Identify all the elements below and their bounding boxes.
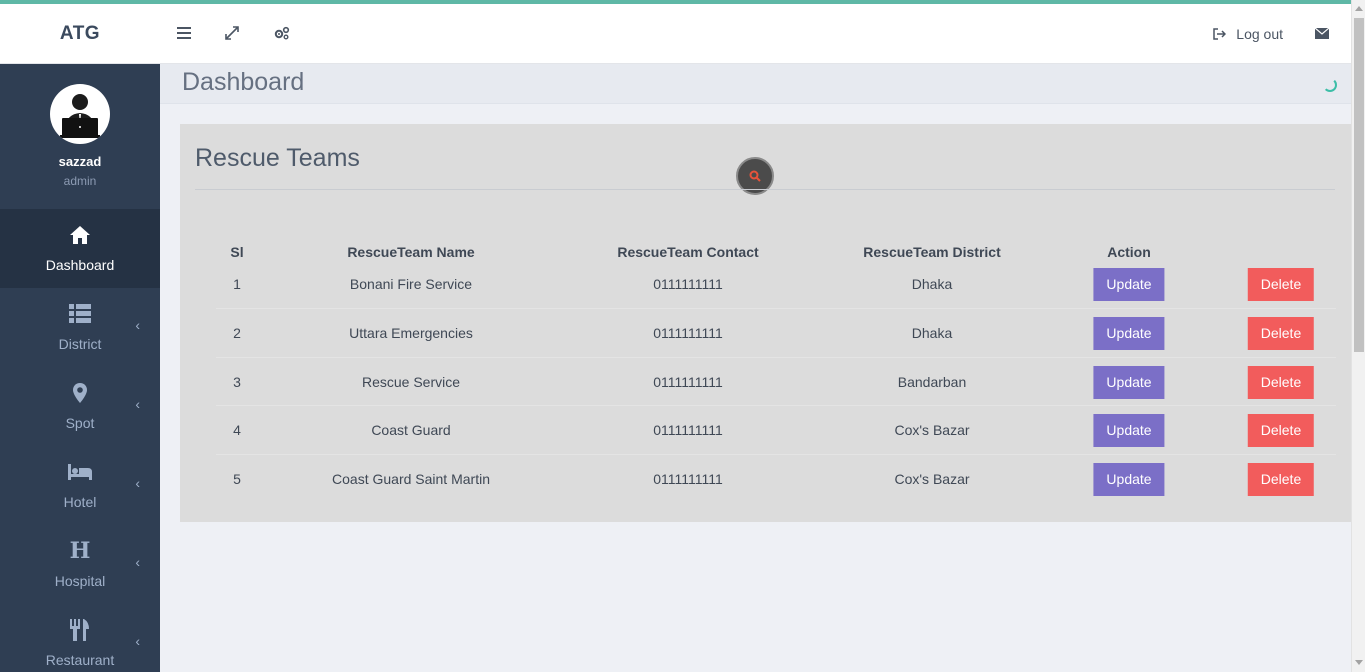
chevron-left-icon: ‹ <box>135 554 140 570</box>
column-header-action: Action <box>1107 244 1151 260</box>
envelope-icon[interactable] <box>1311 22 1333 44</box>
scrollbar-thumb[interactable] <box>1354 18 1364 352</box>
cell-name: Coast Guard <box>371 422 451 438</box>
update-button[interactable]: Update <box>1093 317 1165 350</box>
user-profile: sazzad admin <box>0 64 160 209</box>
cell-name: Bonani Fire Service <box>349 276 473 292</box>
sidebar-item-label: Dashboard <box>45 257 115 273</box>
home-icon <box>0 223 160 247</box>
cell-sl: 5 <box>233 471 241 487</box>
chevron-left-icon: ‹ <box>135 317 140 333</box>
chevron-left-icon: ‹ <box>135 396 140 412</box>
cell-district: Cox's Bazar <box>894 422 970 438</box>
sidebar: sazzad admin Dashboard District ‹ Spot ‹… <box>0 64 160 672</box>
search-icon <box>749 170 761 182</box>
sidebar-item-dashboard[interactable]: Dashboard <box>0 209 160 288</box>
sidebar-item-spot[interactable]: Spot ‹ <box>0 367 160 446</box>
sidebar-item-label: Hotel <box>63 494 97 510</box>
cell-contact: 0111111111 <box>653 374 723 390</box>
user-laptop-icon <box>60 94 100 138</box>
sidebar-item-label: Spot <box>65 415 95 431</box>
avatar[interactable] <box>50 84 110 144</box>
table-row: 2 Uttara Emergencies 0111111111 Dhaka Up… <box>216 308 1336 356</box>
delete-button[interactable]: Delete <box>1247 366 1315 399</box>
cell-district: Dhaka <box>911 325 953 341</box>
chevron-left-icon: ‹ <box>135 475 140 491</box>
update-button[interactable]: Update <box>1093 366 1165 399</box>
loading-spinner-icon <box>1323 78 1337 92</box>
sidebar-item-district[interactable]: District ‹ <box>0 288 160 367</box>
table-row: 4 Coast Guard 0111111111 Cox's Bazar Upd… <box>216 405 1336 453</box>
column-header-name: RescueTeam Name <box>347 244 475 260</box>
chevron-left-icon: ‹ <box>135 633 140 649</box>
sidebar-item-hospital[interactable]: H Hospital ‹ <box>0 525 160 604</box>
delete-button[interactable]: Delete <box>1247 268 1315 301</box>
cell-district: Bandarban <box>897 374 967 390</box>
cell-contact: 0111111111 <box>653 471 723 487</box>
cell-district: Dhaka <box>911 276 953 292</box>
settings-gears-icon[interactable] <box>271 22 293 44</box>
divider <box>195 189 1335 190</box>
update-button[interactable]: Update <box>1093 463 1165 496</box>
scroll-up-arrow-icon[interactable] <box>1355 6 1363 11</box>
update-button[interactable]: Update <box>1093 268 1165 301</box>
top-navbar: ATG Log out <box>0 4 1351 64</box>
user-name: sazzad <box>58 154 102 169</box>
column-header-sl: Sl <box>230 244 244 260</box>
sidebar-item-label: District <box>58 336 102 352</box>
delete-button[interactable]: Delete <box>1247 463 1315 496</box>
menu-toggle-icon[interactable] <box>173 22 195 44</box>
rescue-teams-panel: Rescue Teams Sl RescueTeam Name RescueTe… <box>180 124 1351 522</box>
sidebar-item-label: Hospital <box>54 573 106 589</box>
cell-contact: 0111111111 <box>653 325 723 341</box>
vertical-scrollbar[interactable] <box>1351 0 1365 672</box>
cell-name: Coast Guard Saint Martin <box>332 471 490 487</box>
delete-button[interactable]: Delete <box>1247 414 1315 447</box>
cell-sl: 2 <box>233 325 241 341</box>
sidebar-item-label: Restaurant <box>45 652 115 668</box>
cell-contact: 0111111111 <box>653 422 723 438</box>
table-row: 1 Bonani Fire Service 0111111111 Dhaka U… <box>216 260 1336 308</box>
table-row: 5 Coast Guard Saint Martin 0111111111 Co… <box>216 454 1336 502</box>
user-role: admin <box>63 174 97 188</box>
logout-label: Log out <box>1236 26 1283 42</box>
cell-contact: 0111111111 <box>653 276 723 292</box>
logout-link[interactable]: Log out <box>1213 4 1283 64</box>
cell-sl: 4 <box>233 422 241 438</box>
brand-logo[interactable]: ATG <box>0 4 160 64</box>
content-header: Dashboard <box>160 64 1351 104</box>
column-header-district: RescueTeam District <box>863 244 1001 260</box>
cell-sl: 1 <box>233 276 241 292</box>
cell-name: Rescue Service <box>361 374 461 390</box>
scroll-down-arrow-icon[interactable] <box>1355 660 1363 665</box>
panel-title: Rescue Teams <box>195 144 360 172</box>
sidebar-item-hotel[interactable]: Hotel ‹ <box>0 446 160 525</box>
table-row: 3 Rescue Service 0111111111 Bandarban Up… <box>216 357 1336 405</box>
cell-sl: 3 <box>233 374 241 390</box>
cell-district: Cox's Bazar <box>894 471 970 487</box>
delete-button[interactable]: Delete <box>1247 317 1315 350</box>
cell-name: Uttara Emergencies <box>349 325 473 341</box>
page-title: Dashboard <box>182 68 305 96</box>
sidebar-item-restaurant[interactable]: Restaurant ‹ <box>0 604 160 672</box>
update-button[interactable]: Update <box>1093 414 1165 447</box>
column-header-contact: RescueTeam Contact <box>617 244 759 260</box>
sign-out-icon <box>1213 28 1227 40</box>
fullscreen-icon[interactable] <box>221 22 243 44</box>
